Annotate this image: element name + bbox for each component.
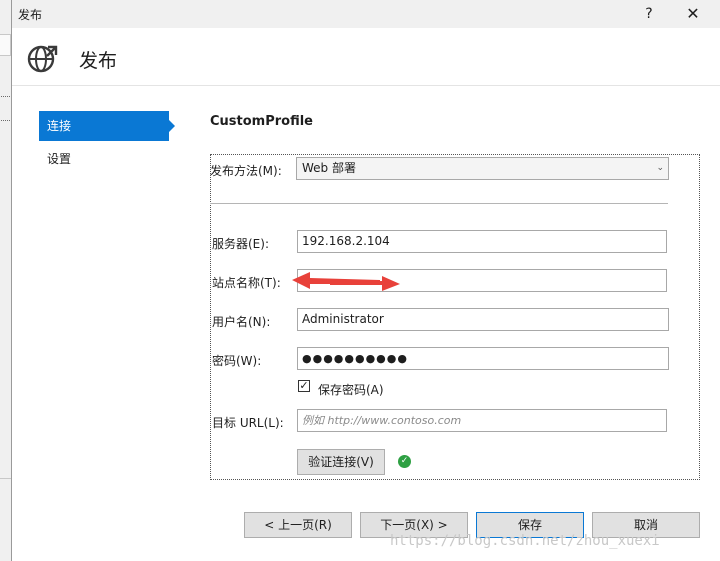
globe-publish-icon — [27, 45, 58, 73]
password-label: 密码(W): — [212, 354, 262, 368]
dialog-header: 发布 — [12, 28, 720, 86]
close-button[interactable]: ✕ — [676, 0, 710, 28]
header-title: 发布 — [79, 50, 118, 72]
prev-button[interactable]: < 上一页(R) — [244, 512, 352, 538]
help-button[interactable]: ? — [632, 0, 666, 28]
validate-connection-button[interactable]: 验证连接(V) — [297, 449, 385, 475]
nav-item-settings[interactable]: 设置 — [39, 144, 169, 174]
watermark-text: https://blog.csdn.net/zhou_xuexi — [390, 533, 660, 549]
publish-method-value: Web 部署 — [302, 161, 356, 175]
background-app-edge — [0, 0, 11, 561]
nav-item-connection[interactable]: 连接 — [39, 111, 175, 141]
destination-url-label: 目标 URL(L): — [212, 416, 284, 430]
profile-name: CustomProfile — [210, 114, 314, 129]
username-label: 用户名(N): — [212, 315, 271, 329]
background-divider — [0, 478, 11, 479]
title-bar: 发布 ? ✕ — [12, 0, 720, 28]
form-separator — [210, 203, 668, 204]
site-name-label: 站点名称(T): — [212, 276, 281, 290]
destination-url-input[interactable]: 例如 http://www.contoso.com — [297, 409, 667, 432]
window-title: 发布 — [18, 8, 43, 22]
server-label: 服务器(E): — [212, 237, 269, 251]
chevron-down-icon: ⌄ — [656, 163, 664, 173]
background-divider — [1, 96, 10, 97]
password-input[interactable]: ●●●●●●●●●● — [297, 347, 669, 370]
background-divider — [1, 120, 10, 121]
server-input[interactable]: 192.168.2.104 — [297, 230, 667, 253]
save-password-label[interactable]: 保存密码(A) — [318, 381, 384, 398]
background-tab — [0, 34, 11, 56]
red-double-arrow-annotation — [292, 272, 400, 291]
username-input[interactable]: Administrator — [297, 308, 669, 331]
publish-method-label: 发布方法(M): — [210, 164, 282, 178]
publish-dialog: 发布 ? ✕ 发布 连接 设置 CustomProfile 发布方法(M): W… — [11, 0, 720, 561]
publish-method-select[interactable]: Web 部署 ⌄ — [296, 157, 669, 180]
success-check-icon: ✓ — [398, 455, 411, 468]
save-password-checkbox[interactable]: ✓ — [298, 380, 310, 392]
